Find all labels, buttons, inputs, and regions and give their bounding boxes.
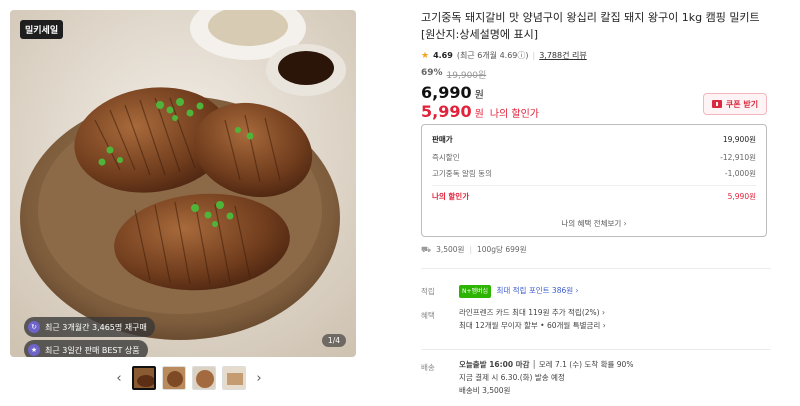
installment-benefit-link[interactable]: 최대 12개월 무이자 할부 • 60개월 특별금리 › bbox=[459, 319, 606, 332]
view-all-benefits-link[interactable]: 나의 혜택 전체보기 › bbox=[422, 218, 766, 229]
my-price-unit: 원 bbox=[474, 109, 484, 120]
section-divider bbox=[421, 268, 771, 269]
points-link[interactable]: 최대 적립 포인트 386원 › bbox=[496, 286, 578, 295]
rating-value: 4.69 bbox=[433, 51, 453, 60]
membership-badge: N+멤버십 bbox=[459, 284, 492, 298]
unit-price-amount: 3,500원 bbox=[436, 245, 465, 254]
shipping-value: 오늘출발 16:00 마감 │ 모레 7.1 (수) 도착 확률 90% 지금 … bbox=[459, 358, 633, 397]
my-price-value: 5,990 bbox=[421, 102, 472, 121]
sale-price-value: 6,990 bbox=[421, 83, 472, 102]
price-row-value: 19,900원 bbox=[722, 135, 756, 144]
discount-row: 69% 19,900원 bbox=[421, 68, 486, 81]
price-row-my-price: 나의 할인가 5,990원 bbox=[432, 191, 756, 202]
price-row-label: 나의 할인가 bbox=[432, 192, 470, 201]
shipping-label: 배송 bbox=[421, 363, 435, 372]
shipping-fee: 배송비 3,500원 bbox=[459, 386, 511, 395]
benefits-label: 혜택 bbox=[421, 311, 435, 320]
rating-row: ★ 4.69 (최근 6개월 4.69ⓘ) | 3,788건 리뷰 bbox=[421, 50, 587, 61]
image-counter: 1/4 bbox=[321, 334, 346, 347]
best-icon: ★ bbox=[28, 344, 40, 356]
shipping-cutoff: 오늘출발 16:00 마감 bbox=[459, 360, 530, 369]
best-seller-text: 최근 3일간 판매 BEST 상품 bbox=[45, 345, 140, 355]
price-box-divider bbox=[432, 185, 756, 186]
get-coupon-button[interactable]: 쿠폰 받기 bbox=[703, 93, 767, 115]
repurchase-icon: ↻ bbox=[28, 321, 40, 333]
delivery-truck-icon: ⛟ bbox=[421, 244, 432, 254]
thumbnail-strip: ‹ › bbox=[112, 366, 266, 390]
unit-price-row: ⛟ 3,500원 | 100g당 699원 bbox=[421, 244, 527, 255]
sale-price-unit: 원 bbox=[474, 90, 484, 101]
price-row-value: -1,000원 bbox=[724, 169, 756, 178]
discount-percent: 69% bbox=[421, 68, 443, 78]
benefits-value: 라인프렌즈 카드 최대 119원 추가 적립(2%) › 최대 12개월 무이자… bbox=[459, 306, 606, 332]
product-title: 고기중독 돼지갈비 맛 양념구이 왕십리 칼집 돼지 왕구이 1kg 캠핑 밀키… bbox=[421, 11, 760, 41]
section-divider bbox=[421, 349, 771, 350]
thumbnail-2[interactable] bbox=[162, 366, 186, 390]
best-seller-badge: ★ 최근 3일간 판매 BEST 상품 bbox=[24, 340, 148, 357]
rating-detail[interactable]: (최근 6개월 4.69ⓘ) bbox=[457, 50, 529, 61]
coupon-label: 쿠폰 받기 bbox=[725, 99, 759, 109]
my-discount-price: 5,990 원 나의 할인가 bbox=[421, 102, 539, 121]
food-photo-illustration bbox=[10, 10, 356, 357]
card-benefit-link[interactable]: 라인프렌즈 카드 최대 119원 추가 적립(2%) › bbox=[459, 306, 606, 319]
unit-price-separator: | bbox=[469, 245, 472, 254]
photo-brand-tag: 밀키세일 bbox=[20, 20, 64, 39]
price-row-instant-discount: 즉시할인 -12,910원 bbox=[432, 152, 756, 163]
points-value[interactable]: N+멤버십 최대 적립 포인트 386원 › bbox=[459, 284, 579, 298]
price-row-label: 즉시할인 bbox=[432, 153, 460, 162]
price-row-alert-consent: 고기중독 알림 동의 -1,000원 bbox=[432, 168, 756, 179]
sale-price: 6,990 원 bbox=[421, 83, 484, 102]
repurchase-text: 최근 3개월간 3,465명 재구매 bbox=[45, 322, 147, 332]
main-product-photo[interactable]: 밀키세일 ↻ 최근 3개월간 3,465명 재구매 ★ 최근 3일간 판매 BE… bbox=[10, 10, 356, 357]
thumb-next-arrow[interactable]: › bbox=[252, 367, 266, 389]
shipping-arrival: │ 모레 7.1 (수) 도착 확률 90% bbox=[529, 360, 634, 369]
coupon-icon bbox=[711, 100, 722, 108]
price-row-value: -12,910원 bbox=[720, 153, 756, 162]
price-row-list: 판매가 19,900원 bbox=[432, 134, 756, 145]
review-count-link[interactable]: 3,788건 리뷰 bbox=[539, 50, 587, 61]
price-breakdown-box: 판매가 19,900원 즉시할인 -12,910원 고기중독 알림 동의 -1,… bbox=[421, 124, 767, 237]
thumbnail-1[interactable] bbox=[132, 366, 156, 390]
star-icon: ★ bbox=[421, 50, 430, 61]
thumb-prev-arrow[interactable]: ‹ bbox=[112, 367, 126, 389]
shipping-dispatch-date: 지금 결제 시 6.30.(화) 발송 예정 bbox=[459, 373, 565, 382]
rating-separator: | bbox=[532, 51, 536, 60]
unit-price-per-100g: 100g당 699원 bbox=[476, 245, 527, 254]
thumbnail-3[interactable] bbox=[192, 366, 216, 390]
price-row-label: 고기중독 알림 동의 bbox=[432, 169, 492, 178]
thumbnail-4[interactable] bbox=[222, 366, 246, 390]
points-label: 적립 bbox=[421, 287, 435, 296]
price-row-value: 5,990원 bbox=[727, 192, 756, 201]
price-row-label: 판매가 bbox=[432, 135, 453, 144]
original-price: 19,900원 bbox=[446, 71, 487, 81]
repurchase-badge: ↻ 최근 3개월간 3,465명 재구매 bbox=[24, 317, 155, 337]
my-price-label: 나의 할인가 bbox=[489, 109, 539, 120]
